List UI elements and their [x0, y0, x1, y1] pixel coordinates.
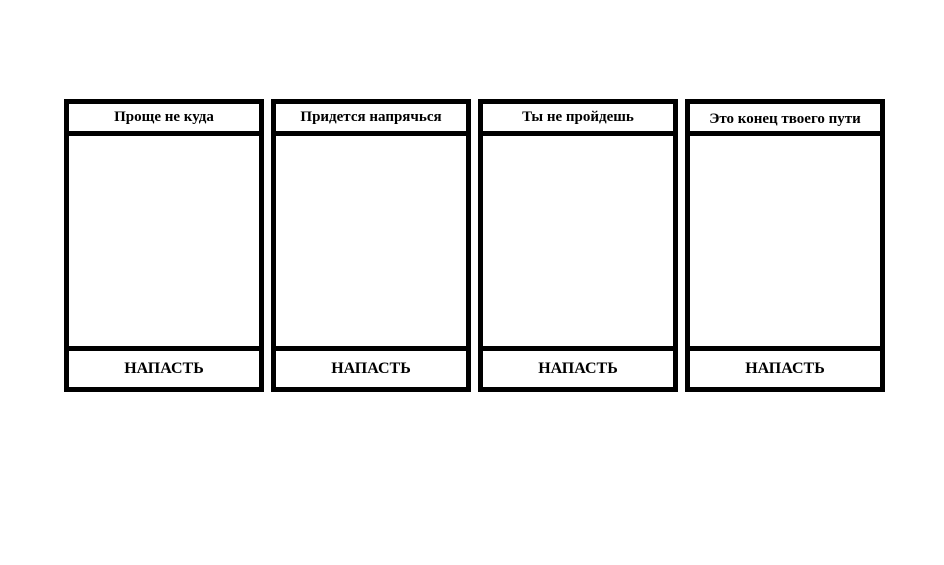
card-title: Проще не куда [69, 104, 259, 136]
card-image [276, 136, 466, 351]
card-image [690, 136, 880, 351]
card-image [483, 136, 673, 351]
attack-button[interactable]: НАПАСТЬ [483, 346, 673, 387]
card-title: Это конец твоего пути [690, 104, 880, 136]
difficulty-card-medium: Придется напрячься НАПАСТЬ [271, 99, 471, 392]
card-title: Ты не пройдешь [483, 104, 673, 136]
difficulty-card-hard: Ты не пройдешь НАПАСТЬ [478, 99, 678, 392]
attack-button[interactable]: НАПАСТЬ [276, 346, 466, 387]
difficulty-card-final: Это конец твоего пути НАПАСТЬ [685, 99, 885, 392]
attack-button[interactable]: НАПАСТЬ [690, 346, 880, 387]
difficulty-card-easy: Проще не куда НАПАСТЬ [64, 99, 264, 392]
card-title: Придется напрячься [276, 104, 466, 136]
card-image [69, 136, 259, 351]
attack-button[interactable]: НАПАСТЬ [69, 346, 259, 387]
